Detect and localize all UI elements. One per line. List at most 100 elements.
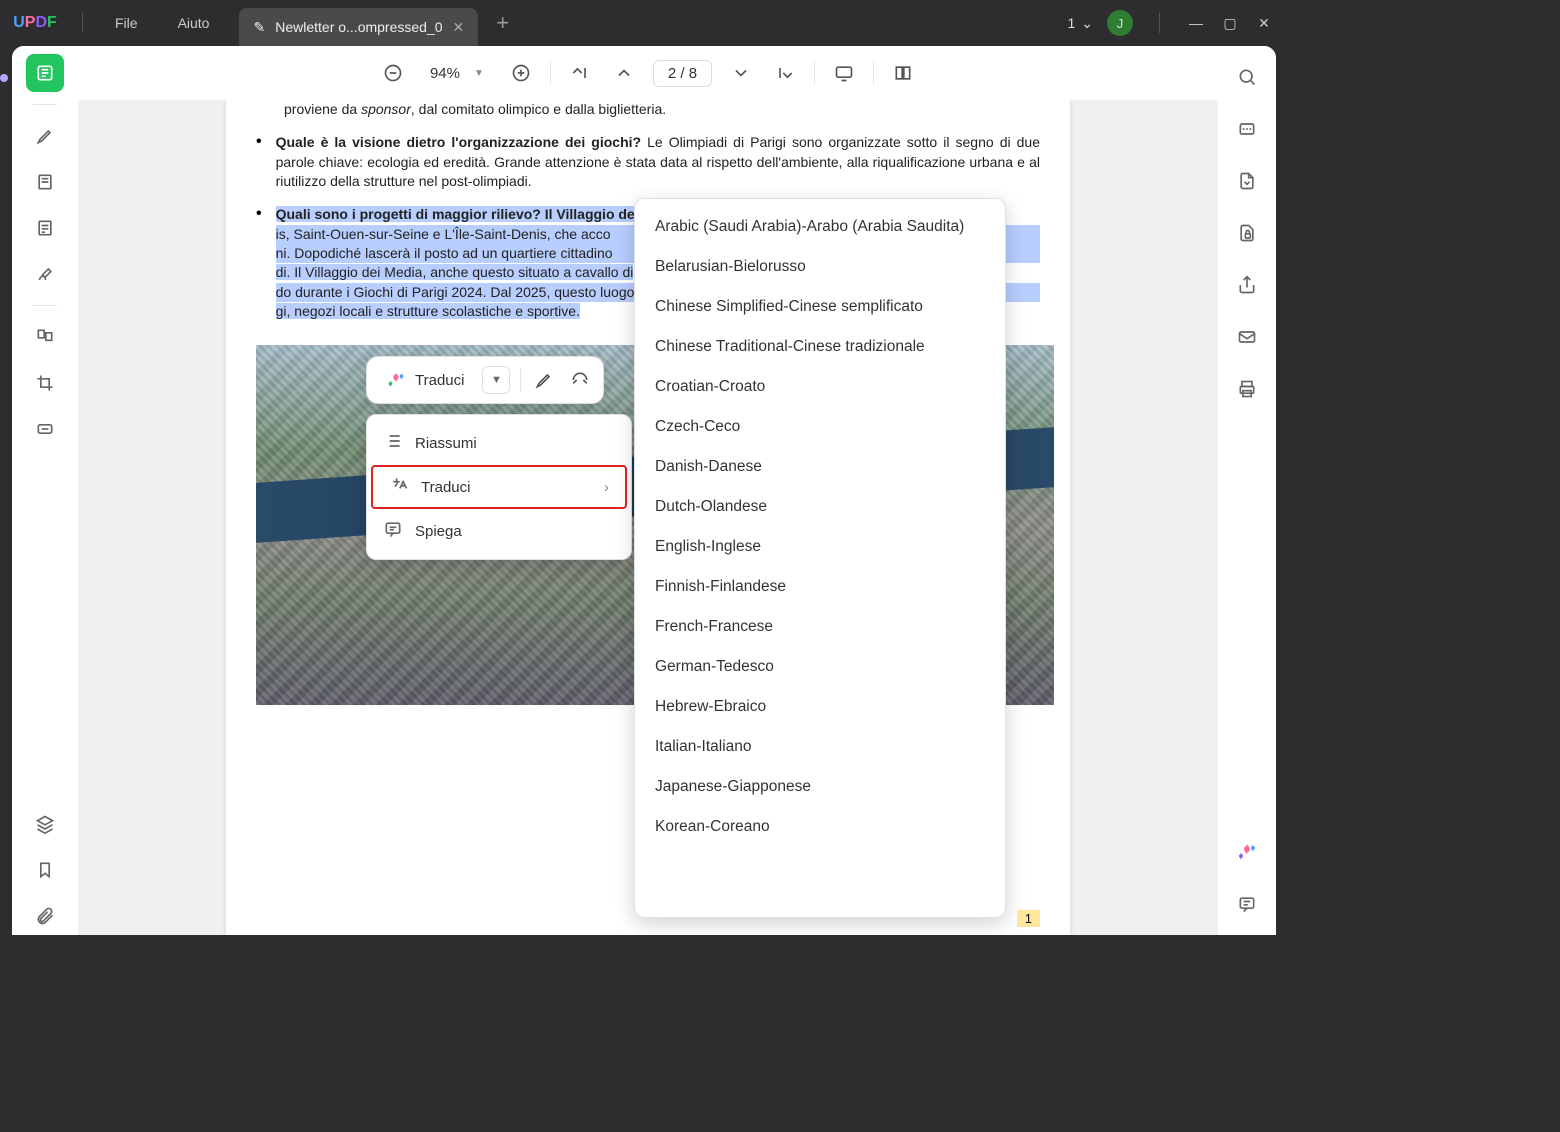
window-count[interactable]: 1 ⌄ <box>1067 15 1093 32</box>
selected-text: , anche questo situato a cavallo di <box>422 264 633 280</box>
next-page-button[interactable] <box>726 58 756 88</box>
lang-option[interactable]: Chinese Traditional-Cinese tradizionale <box>635 327 1005 367</box>
question-text: Quale è la visione dietro l'organizzazio… <box>276 134 648 150</box>
separator <box>550 61 551 85</box>
zoom-out-button[interactable] <box>378 58 408 88</box>
page-number: 1 <box>1017 910 1040 927</box>
new-tab-button[interactable]: + <box>478 10 527 36</box>
lang-option[interactable]: Japanese-Giapponese <box>635 767 1005 807</box>
print-button[interactable] <box>1232 374 1262 404</box>
chevron-right-icon: › <box>604 479 609 496</box>
window-count-label: 1 <box>1067 15 1075 31</box>
translate-icon <box>389 475 407 499</box>
chat-icon <box>383 519 401 543</box>
lang-option[interactable]: Chinese Simplified-Cinese semplificato <box>635 287 1005 327</box>
share-button[interactable] <box>1232 270 1262 300</box>
pencil-icon: ✎ <box>253 19 265 36</box>
chevron-down-icon: ▼ <box>474 68 484 79</box>
list-icon <box>383 431 401 455</box>
right-sidebar <box>1218 46 1276 935</box>
close-window-button[interactable]: ✕ <box>1254 15 1274 32</box>
layers-tool[interactable] <box>26 805 64 843</box>
sign-tool[interactable] <box>26 255 64 293</box>
selected-text: Quali sono i progetti di maggior rilievo… <box>276 206 670 222</box>
indicator-dot <box>0 74 8 82</box>
separator <box>520 368 521 392</box>
ocr-button[interactable] <box>1232 114 1262 144</box>
document-tab[interactable]: ✎ Newletter o...ompressed_0 ✕ <box>239 8 478 46</box>
protect-button[interactable] <box>1232 218 1262 248</box>
selected-text: gi, negozi locali e strutture scolastich… <box>276 303 580 319</box>
dropdown-button[interactable]: ▼ <box>482 366 510 394</box>
search-button[interactable] <box>1232 62 1262 92</box>
language-submenu: Arabic (Saudi Arabia)-Arabo (Arabia Saud… <box>634 198 1006 918</box>
prev-page-button[interactable] <box>609 58 639 88</box>
page-input[interactable]: 2 / 8 <box>653 60 712 87</box>
comments-button[interactable] <box>1232 889 1262 919</box>
ai-assistant-button[interactable] <box>1232 837 1262 867</box>
text-line: proviene da sponsor, dal comitato olimpi… <box>256 100 1040 119</box>
menu-summarize[interactable]: Riassumi <box>367 421 631 465</box>
highlight-tool[interactable] <box>26 117 64 155</box>
maximize-button[interactable]: ▢ <box>1220 15 1240 32</box>
zoom-level[interactable]: 94% ▼ <box>422 65 492 82</box>
separator <box>33 104 57 105</box>
zoom-in-button[interactable] <box>506 58 536 88</box>
menu-translate[interactable]: Traduci › <box>371 465 627 509</box>
lang-option[interactable]: Dutch-Olandese <box>635 487 1005 527</box>
top-toolbar: 94% ▼ 2 / 8 <box>78 46 1218 100</box>
last-page-button[interactable] <box>770 58 800 88</box>
lang-option[interactable]: Czech-Ceco <box>635 407 1005 447</box>
lang-option[interactable]: German-Tedesco <box>635 647 1005 687</box>
lang-option[interactable]: Belarusian-Bielorusso <box>635 247 1005 287</box>
menu-explain[interactable]: Spiega <box>367 509 631 553</box>
menu-label: Spiega <box>415 523 462 540</box>
highlight-icon[interactable] <box>531 367 557 393</box>
selected-text: di. Il Villaggio dei Media <box>276 264 423 280</box>
lang-option[interactable]: French-Francese <box>635 607 1005 647</box>
lang-option[interactable]: Korean-Coreano <box>635 807 1005 847</box>
crop-tool[interactable] <box>26 364 64 402</box>
separator <box>82 13 83 33</box>
minimize-button[interactable]: — <box>1186 15 1206 31</box>
left-sidebar <box>12 46 78 935</box>
first-page-button[interactable] <box>565 58 595 88</box>
lang-option[interactable]: Finnish-Finlandese <box>635 567 1005 607</box>
separator <box>1159 13 1160 33</box>
translate-label: Traduci <box>415 372 464 389</box>
titlebar: UPDF File Aiuto ✎ Newletter o...ompresse… <box>0 0 1288 46</box>
lang-option[interactable]: Croatian-Croato <box>635 367 1005 407</box>
separator <box>873 61 874 85</box>
form-tool[interactable] <box>26 209 64 247</box>
app-logo: UPDF <box>0 14 70 32</box>
attachment-tool[interactable] <box>26 897 64 935</box>
lang-option[interactable]: Arabic (Saudi Arabia)-Arabo (Arabia Saud… <box>635 207 1005 247</box>
email-button[interactable] <box>1232 322 1262 352</box>
view-mode-button[interactable] <box>888 58 918 88</box>
ai-translate-button[interactable]: Traduci <box>377 365 472 395</box>
convert-button[interactable] <box>1232 166 1262 196</box>
separator <box>814 61 815 85</box>
presentation-button[interactable] <box>829 58 859 88</box>
reader-tool[interactable] <box>26 54 64 92</box>
ai-context-menu: Riassumi Traduci › Spiega <box>366 414 632 560</box>
lang-option[interactable]: English-Inglese <box>635 527 1005 567</box>
menu-file[interactable]: File <box>95 15 158 31</box>
bullet-item: • Quale è la visione dietro l'organizzaz… <box>256 133 1040 191</box>
selection-toolbar: Traduci ▼ <box>366 356 604 404</box>
lang-option[interactable]: Hebrew-Ebraico <box>635 687 1005 727</box>
more-icon[interactable] <box>567 367 593 393</box>
separator <box>33 305 57 306</box>
tab-title: Newletter o...ompressed_0 <box>275 19 442 35</box>
user-avatar[interactable]: J <box>1107 10 1133 36</box>
redact-tool[interactable] <box>26 410 64 448</box>
edit-tool[interactable] <box>26 163 64 201</box>
bookmark-tool[interactable] <box>26 851 64 889</box>
menu-help[interactable]: Aiuto <box>158 15 230 31</box>
zoom-value: 94% <box>430 65 460 82</box>
lang-option[interactable]: Danish-Danese <box>635 447 1005 487</box>
close-tab-icon[interactable]: ✕ <box>453 19 465 36</box>
menu-label: Riassumi <box>415 435 477 452</box>
organize-tool[interactable] <box>26 318 64 356</box>
lang-option[interactable]: Italian-Italiano <box>635 727 1005 767</box>
